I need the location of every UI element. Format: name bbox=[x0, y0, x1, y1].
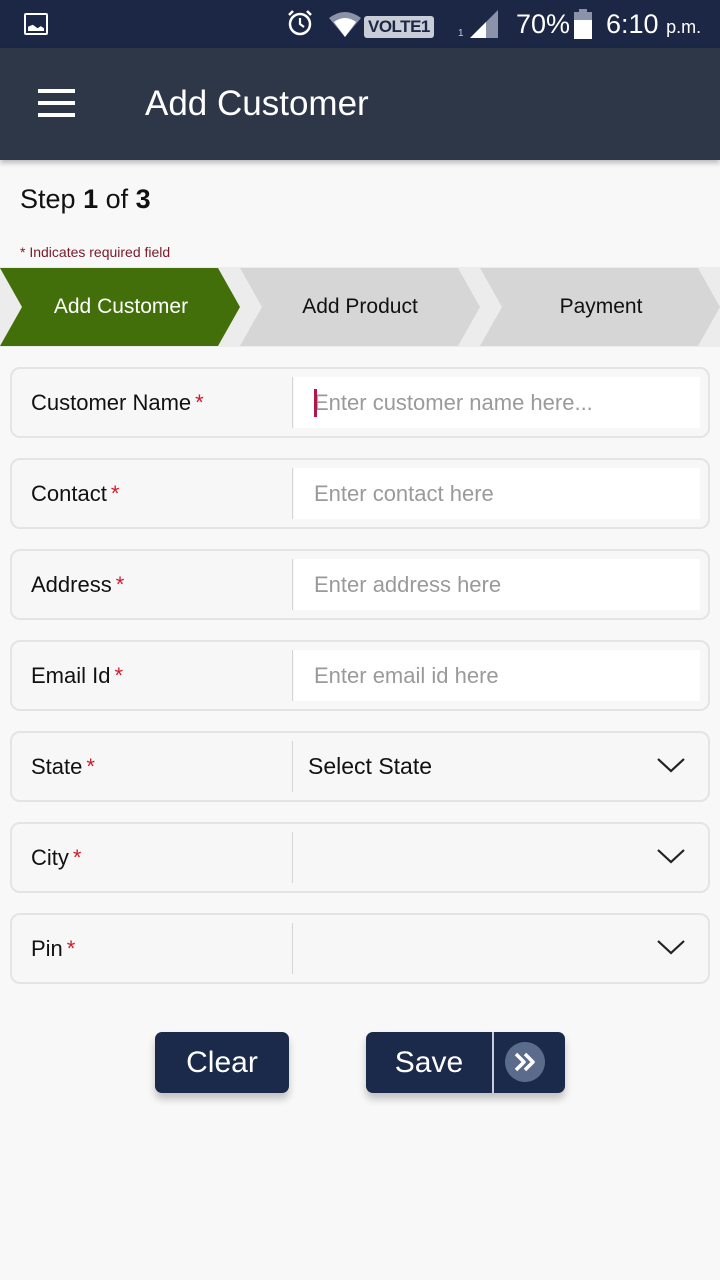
pin-row: Pin * bbox=[10, 913, 710, 984]
email-row: Email Id * bbox=[10, 640, 710, 711]
step-indicator: Step 1 of 3 bbox=[20, 184, 151, 215]
battery-percent: 70% bbox=[516, 9, 571, 39]
required-asterisk: * bbox=[195, 390, 204, 415]
city-dropdown[interactable] bbox=[294, 828, 704, 887]
address-row: Address * bbox=[10, 549, 710, 620]
wifi-icon bbox=[329, 12, 361, 37]
state-row: State * Select State bbox=[10, 731, 710, 802]
save-button-label: Save bbox=[394, 1046, 464, 1079]
field-divider bbox=[292, 832, 293, 883]
clock-suffix: p.m. bbox=[666, 17, 702, 37]
app-bar: Add Customer bbox=[0, 48, 720, 160]
chevron-down-icon bbox=[657, 758, 685, 773]
required-asterisk: * bbox=[110, 481, 120, 506]
clear-button[interactable]: Clear bbox=[155, 1032, 289, 1093]
save-button[interactable]: Save bbox=[366, 1032, 565, 1093]
required-asterisk: * bbox=[66, 936, 76, 961]
page-title: Add Customer bbox=[145, 84, 369, 123]
required-field-note: * Indicates required field bbox=[20, 244, 171, 260]
gallery-icon bbox=[24, 13, 48, 35]
required-asterisk: * bbox=[115, 572, 125, 597]
email-label: Email Id * bbox=[31, 663, 124, 688]
state-dropdown[interactable]: Select State bbox=[294, 737, 704, 796]
clock: 6:10 p.m. bbox=[606, 9, 701, 40]
step-total: 3 bbox=[135, 184, 151, 214]
address-input[interactable] bbox=[294, 559, 700, 610]
address-label: Address * bbox=[31, 572, 125, 597]
field-divider bbox=[292, 650, 293, 701]
clear-button-label: Clear bbox=[186, 1046, 258, 1079]
hamburger-menu-icon[interactable] bbox=[30, 80, 82, 126]
status-bar: VOLTE1 1 70% 6:10 p.m. bbox=[0, 0, 720, 48]
contact-label: Contact * bbox=[31, 481, 120, 506]
clock-time: 6:10 bbox=[606, 9, 659, 39]
volte-icon: VOLTE1 bbox=[364, 16, 434, 38]
chevron-down-icon bbox=[657, 940, 685, 955]
pin-label: Pin * bbox=[31, 936, 76, 961]
state-label: State * bbox=[31, 754, 95, 779]
required-asterisk: * bbox=[86, 754, 95, 779]
progress-stepper: Add Customer Add Product Payment bbox=[0, 267, 720, 347]
contact-row: Contact * bbox=[10, 458, 710, 529]
field-divider bbox=[292, 741, 293, 792]
step-prefix: Step bbox=[20, 184, 76, 214]
state-selected-value: Select State bbox=[308, 753, 433, 779]
required-asterisk: * bbox=[72, 845, 82, 870]
step-of: of bbox=[105, 184, 129, 214]
field-divider bbox=[292, 468, 293, 519]
field-divider bbox=[292, 377, 293, 428]
text-cursor bbox=[314, 389, 317, 417]
city-label: City * bbox=[31, 845, 82, 870]
field-divider bbox=[292, 923, 293, 974]
pin-dropdown[interactable] bbox=[294, 919, 704, 978]
contact-input[interactable] bbox=[294, 468, 700, 519]
battery-icon bbox=[574, 9, 592, 39]
chevron-down-icon bbox=[657, 849, 685, 864]
step-current: 1 bbox=[83, 184, 99, 214]
step-add-customer[interactable]: Add Customer bbox=[0, 268, 240, 346]
required-asterisk: * bbox=[114, 663, 124, 688]
customer-name-input[interactable] bbox=[294, 377, 700, 428]
customer-name-label: Customer Name * bbox=[31, 390, 204, 415]
signal-icon bbox=[470, 10, 498, 38]
double-chevron-right-icon bbox=[505, 1042, 545, 1082]
step-add-product[interactable]: Add Product bbox=[240, 268, 480, 346]
customer-name-row: Customer Name * bbox=[10, 367, 710, 438]
field-divider bbox=[292, 559, 293, 610]
button-separator bbox=[492, 1032, 494, 1093]
alarm-icon bbox=[288, 10, 312, 36]
step-payment[interactable]: Payment bbox=[480, 268, 720, 346]
sim-index: 1 bbox=[458, 28, 464, 39]
city-row: City * bbox=[10, 822, 710, 893]
email-input[interactable] bbox=[294, 650, 700, 701]
